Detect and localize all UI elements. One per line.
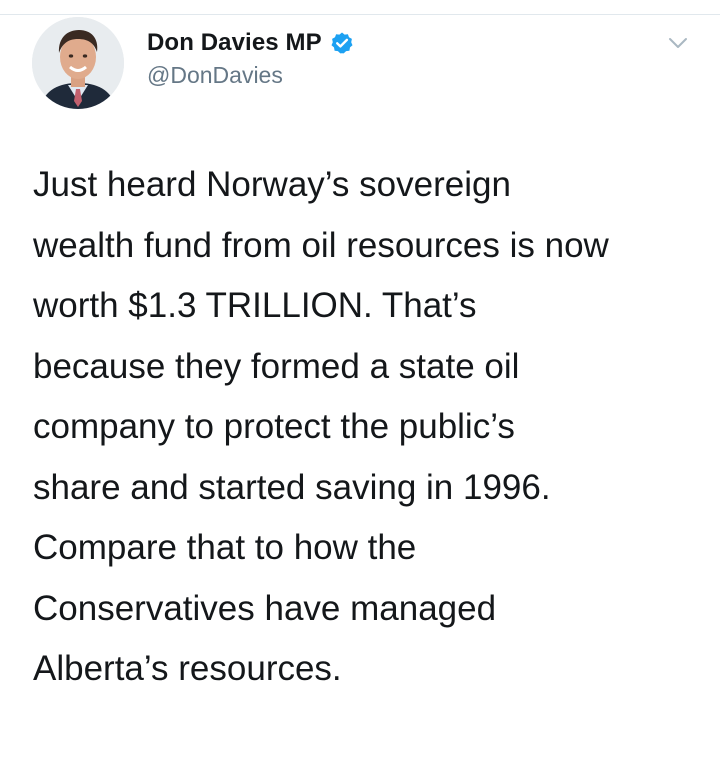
avatar[interactable] bbox=[32, 17, 124, 109]
author-display-name[interactable]: Don Davies MP bbox=[147, 29, 322, 57]
author-name-row: Don Davies MP bbox=[147, 26, 354, 60]
tweet-text-line: share and started saving in 1996. bbox=[33, 467, 551, 507]
avatar-image bbox=[32, 17, 124, 109]
tweet-text-line: Alberta’s resources. bbox=[33, 649, 342, 688]
tweet-text-line: Just heard Norway’s sovereign bbox=[33, 165, 511, 204]
tweet-text-line: Conservatives have managed bbox=[33, 588, 497, 628]
tweet-text-line: because they formed a state oil bbox=[33, 346, 520, 386]
tweet-text-line: company to protect the public’s bbox=[33, 407, 515, 446]
tweet-text: Just heard Norway’s sovereign wealth fun… bbox=[33, 155, 703, 700]
tweet-text-line: wealth fund from oil resources is now bbox=[33, 225, 609, 265]
chevron-down-icon[interactable] bbox=[665, 30, 691, 56]
tweet-text-line: Compare that to how the bbox=[33, 528, 417, 567]
verified-badge-icon bbox=[330, 31, 354, 55]
tweet-text-line: worth $1.3 TRILLION. That’s bbox=[33, 286, 477, 325]
author-handle[interactable]: @DonDavies bbox=[147, 62, 283, 89]
tweet-card: Don Davies MP @DonDavies Just heard Norw… bbox=[0, 0, 720, 762]
